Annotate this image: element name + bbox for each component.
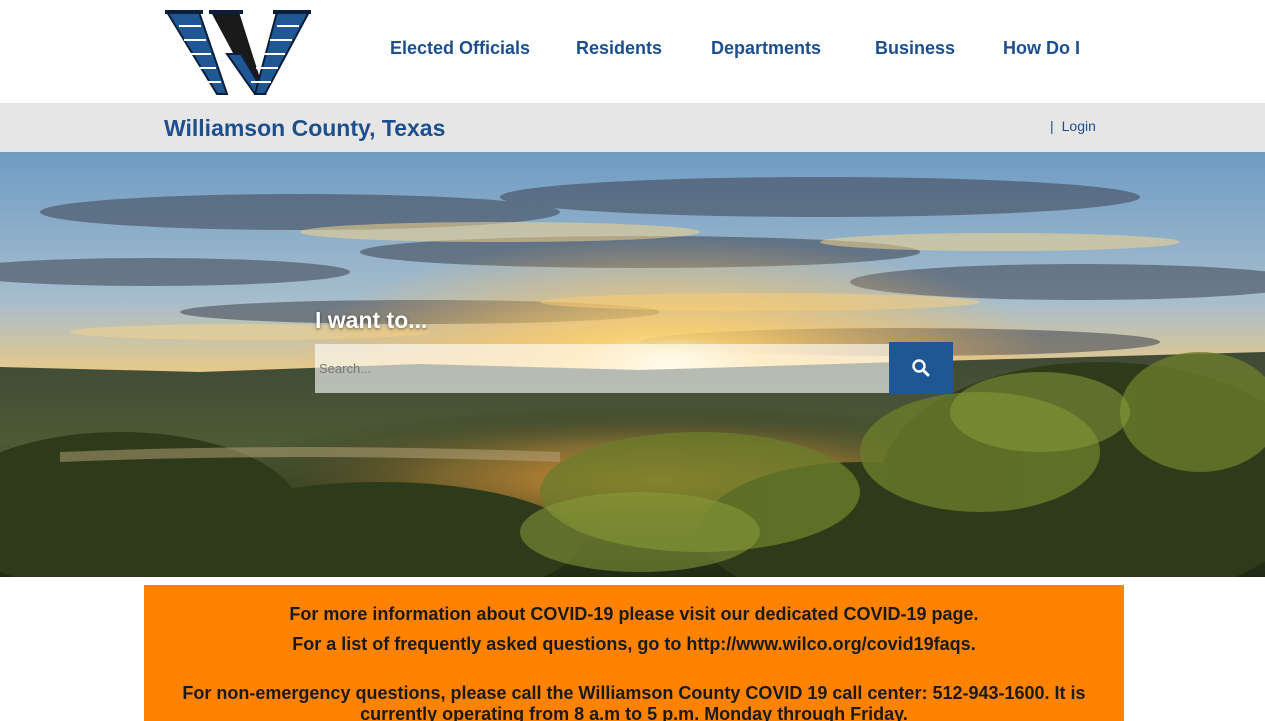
hero-banner: I want to... (0, 152, 1265, 577)
title-bar: Williamson County, Texas | Login (0, 103, 1265, 152)
login-area: | Login (1050, 118, 1096, 134)
alert-line-call-center: For non-emergency questions, please call… (182, 683, 1086, 703)
county-logo[interactable] (165, 8, 311, 98)
nav-departments[interactable]: Departments (711, 38, 821, 59)
site-title[interactable]: Williamson County, Texas (164, 115, 445, 142)
search-input[interactable] (315, 344, 889, 393)
alert-line-hours: currently operating from 8 a.m to 5 p.m.… (360, 704, 908, 721)
covid-alert-banner: For more information about COVID-19 plea… (144, 585, 1124, 721)
login-separator: | (1050, 118, 1054, 134)
search-icon (912, 359, 930, 377)
nav-elected-officials[interactable]: Elected Officials (390, 38, 530, 59)
alert-line-faqs[interactable]: For a list of frequently asked questions… (144, 634, 1124, 655)
search-button[interactable] (889, 342, 953, 394)
search-heading: I want to... (315, 307, 428, 333)
nav-how-do-i[interactable]: How Do I (1003, 38, 1080, 59)
alert-line-covid-page[interactable]: For more information about COVID-19 plea… (144, 604, 1124, 625)
site-header: Elected Officials Residents Departments … (0, 0, 1265, 103)
nav-business[interactable]: Business (875, 38, 955, 59)
login-link[interactable]: Login (1062, 118, 1096, 134)
nav-residents[interactable]: Residents (576, 38, 662, 59)
